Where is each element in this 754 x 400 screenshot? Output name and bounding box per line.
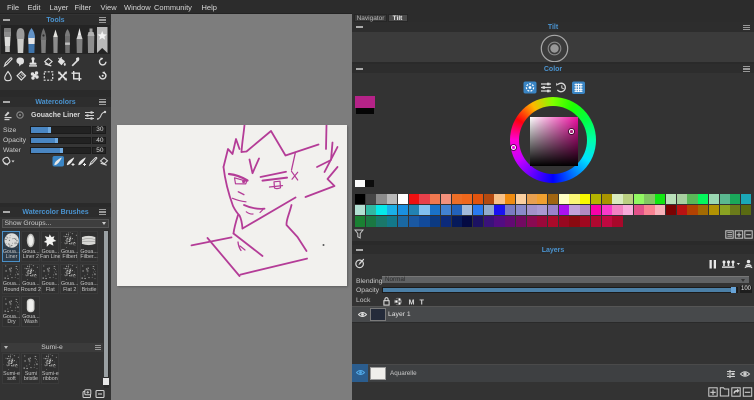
svg-text:M: M <box>409 297 415 306</box>
svg-text:T: T <box>420 297 425 306</box>
